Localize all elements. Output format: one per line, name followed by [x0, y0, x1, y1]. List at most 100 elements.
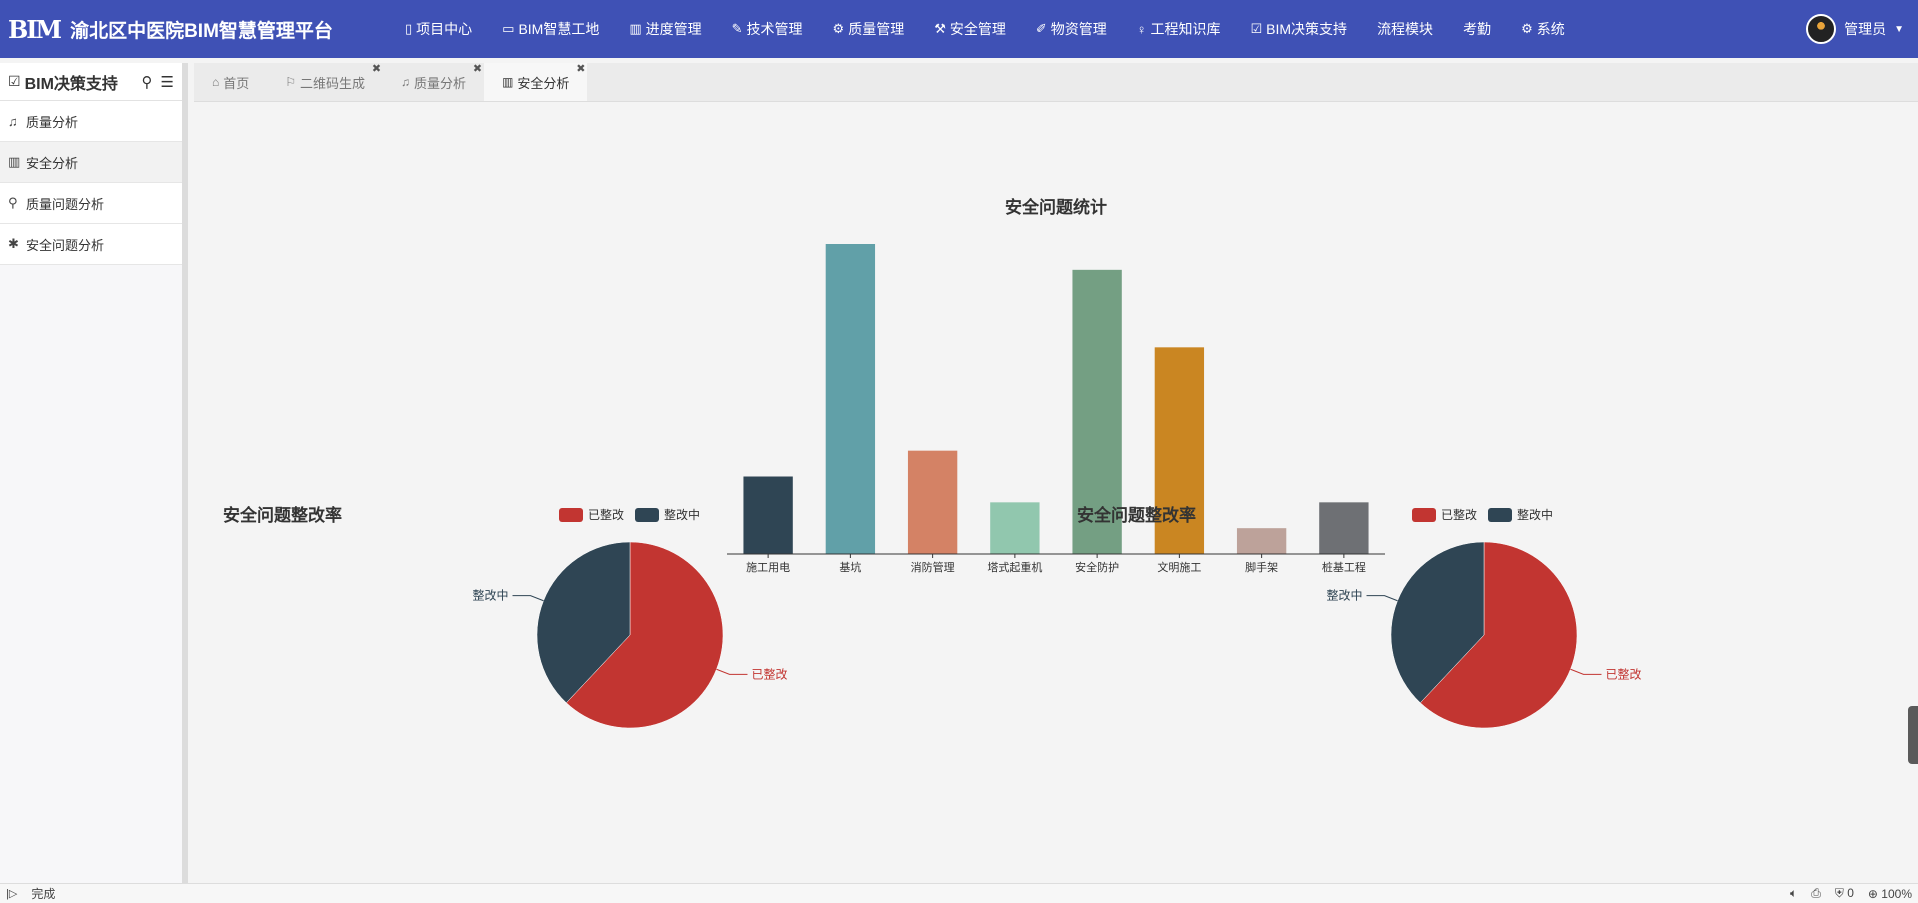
pie-label-line: [1570, 668, 1602, 675]
document-icon: ▯: [405, 21, 413, 36]
nav-item-2[interactable]: ▥ 进度管理: [614, 0, 716, 58]
asterisk-icon: ✱: [8, 236, 19, 251]
tab-bar: ⌂ 首页 ⚐ 二维码生成 ✖ ♫ 质量分析 ✖ ▥ 安全分析 ✖: [194, 63, 1918, 102]
download-icon[interactable]: ⎙: [1811, 886, 1821, 901]
shield-count: 0: [1847, 886, 1854, 900]
nav-item-11[interactable]: ⚙ 系统: [1506, 0, 1580, 58]
nav-item-9[interactable]: 流程模块: [1362, 0, 1448, 58]
x-tick-label-1: 基坑: [839, 560, 861, 574]
sidebar-item-label: 安全分析: [26, 155, 79, 171]
menu-icon[interactable]: ☰: [161, 73, 174, 91]
nav-label: 物资管理: [1050, 21, 1107, 37]
legend-label: 整改中: [1517, 507, 1553, 522]
x-tick-label-2: 消防管理: [911, 560, 955, 574]
legend-swatch[interactable]: [635, 508, 659, 522]
main-content: 安全问题统计 施工用电 基坑 消防管理 塔式起重机 安全防护 文明施工 脚手架 桩基工程 安全问题…: [194, 103, 1918, 883]
close-icon[interactable]: ✖: [372, 62, 381, 75]
bar-7[interactable]: [1319, 502, 1369, 554]
gear-icon: ⚙: [1521, 21, 1533, 36]
card-icon: ▭: [502, 21, 515, 36]
tab-3[interactable]: ▥ 安全分析 ✖: [484, 62, 588, 101]
zoom-control[interactable]: ⊕ 100%: [1868, 887, 1912, 901]
bar-chart-icon: ▥: [8, 154, 21, 169]
main-nav: ▯ 项目中心 ▭ BIM智慧工地 ▥ 进度管理 ✎ 技术管理 ⚙ 质量管理 ⚒ 安全管理 ✐ 物资管理 ♀ 工…: [390, 0, 1580, 58]
pie-chart-title: 安全问题整改率: [1077, 505, 1196, 525]
nav-item-8[interactable]: ☑ BIM决策支持: [1236, 0, 1363, 58]
legend-label: 已整改: [588, 507, 624, 522]
bar-chart-icon: ▥: [629, 21, 642, 36]
legend-swatch[interactable]: [1488, 508, 1512, 522]
legend-swatch[interactable]: [559, 508, 583, 522]
sidebar-item-0[interactable]: ♫ 质量分析: [0, 101, 182, 142]
nav-label: 工程知识库: [1150, 21, 1221, 37]
nav-label: BIM智慧工地: [518, 21, 600, 37]
nav-item-7[interactable]: ♀ 工程知识库: [1122, 0, 1236, 58]
nav-item-5[interactable]: ⚒ 安全管理: [919, 0, 1021, 58]
bell-icon: ♫: [401, 75, 411, 89]
app-title: 渝北区中医院BIM智慧管理平台: [70, 20, 333, 42]
close-icon[interactable]: ✖: [473, 62, 482, 75]
pie-label-line: [512, 595, 544, 602]
user-name: 管理员: [1844, 21, 1887, 37]
nav-item-4[interactable]: ⚙ 质量管理: [818, 0, 920, 58]
search-icon: ⚲: [8, 195, 18, 210]
nav-label: 进度管理: [645, 21, 702, 37]
tab-label: 安全分析: [517, 75, 570, 91]
tab-label: 质量分析: [414, 75, 467, 91]
status-bar: |▷ 完成 🔈︎ ⎙ ⛨ 0 ⊕ 100%: [0, 883, 1918, 903]
tab-2[interactable]: ♫ 质量分析 ✖: [383, 63, 484, 101]
search-icon[interactable]: ⚲: [142, 73, 153, 91]
user-menu[interactable]: 管理员 ▼: [1806, 14, 1904, 44]
pie-slice-label: 整改中: [1326, 588, 1362, 603]
nav-label: BIM决策支持: [1266, 21, 1348, 37]
shield-status[interactable]: ⛨ 0: [1835, 886, 1854, 901]
bar-chart-icon: ▥: [502, 75, 514, 89]
nav-item-1[interactable]: ▭ BIM智慧工地: [487, 0, 614, 58]
bar-0[interactable]: [743, 476, 793, 555]
speaker-icon[interactable]: 🔈︎: [1790, 886, 1797, 901]
pie-chart-1: 安全问题整改率 已整改 整改中已整改整改中: [223, 505, 788, 729]
tab-0[interactable]: ⌂ 首页: [194, 63, 267, 101]
pie-label-line: [716, 668, 748, 675]
sidebar-item-label: 质量问题分析: [26, 196, 105, 212]
pie-slice-label: 已整改: [1605, 666, 1641, 681]
pie-slice-label: 整改中: [472, 588, 508, 603]
side-handle[interactable]: [1908, 706, 1918, 764]
x-tick-label-0: 施工用电: [746, 561, 790, 574]
legend-swatch[interactable]: [1412, 508, 1436, 522]
nav-item-10[interactable]: 考勤: [1448, 0, 1506, 58]
top-navbar: BIM 渝北区中医院BIM智慧管理平台 ▯ 项目中心 ▭ BIM智慧工地 ▥ 进度管理 ✎ 技…: [0, 0, 1918, 58]
nav-item-3[interactable]: ✎ 技术管理: [717, 0, 818, 58]
nav-label: 考勤: [1463, 21, 1492, 37]
close-icon[interactable]: ✖: [576, 62, 585, 75]
sidebar-item-1[interactable]: ▥ 安全分析: [0, 142, 182, 183]
sidebar-item-label: 质量分析: [26, 114, 79, 130]
bar-2[interactable]: [907, 450, 958, 554]
bar-6[interactable]: [1236, 528, 1287, 554]
app-logo-area[interactable]: BIM 渝北区中医院BIM智慧管理平台: [0, 15, 390, 44]
nav-label: 项目中心: [416, 21, 473, 37]
bim-logo: BIM: [8, 14, 62, 44]
bar-3[interactable]: [990, 502, 1040, 554]
avatar[interactable]: [1806, 14, 1837, 44]
sidebar-title: BIM决策支持: [24, 75, 118, 93]
sidebar-item-2[interactable]: ⚲ 质量问题分析: [0, 183, 182, 224]
legend-label: 已整改: [1441, 507, 1477, 522]
charts-canvas: 安全问题统计施工用电 基坑 消防管理 塔式起重机 安全防护 文明施工 脚手架 桩基工程 安全问题…: [223, 197, 1642, 729]
x-tick-label-6: 脚手架: [1245, 560, 1278, 574]
nav-label: 技术管理: [746, 21, 803, 37]
nav-label: 流程模块: [1377, 21, 1434, 37]
tab-1[interactable]: ⚐ 二维码生成 ✖: [267, 63, 383, 101]
sidebar-item-label: 安全问题分析: [26, 237, 105, 253]
shield-icon: ⛨: [1834, 886, 1844, 900]
sidebar-item-3[interactable]: ✱ 安全问题分析: [0, 224, 182, 265]
nav-label: 质量管理: [848, 21, 905, 37]
bookmark-icon: ⚐: [285, 75, 297, 89]
nav-item-0[interactable]: ▯ 项目中心: [390, 0, 487, 58]
nav-item-6[interactable]: ✐ 物资管理: [1021, 0, 1122, 58]
bar-1[interactable]: [825, 244, 876, 554]
pie-chart-title: 安全问题整改率: [223, 505, 342, 525]
play-icon[interactable]: |▷: [6, 887, 17, 900]
home-icon: ⌂: [212, 75, 220, 89]
wrench-icon: ⚒: [934, 21, 946, 36]
